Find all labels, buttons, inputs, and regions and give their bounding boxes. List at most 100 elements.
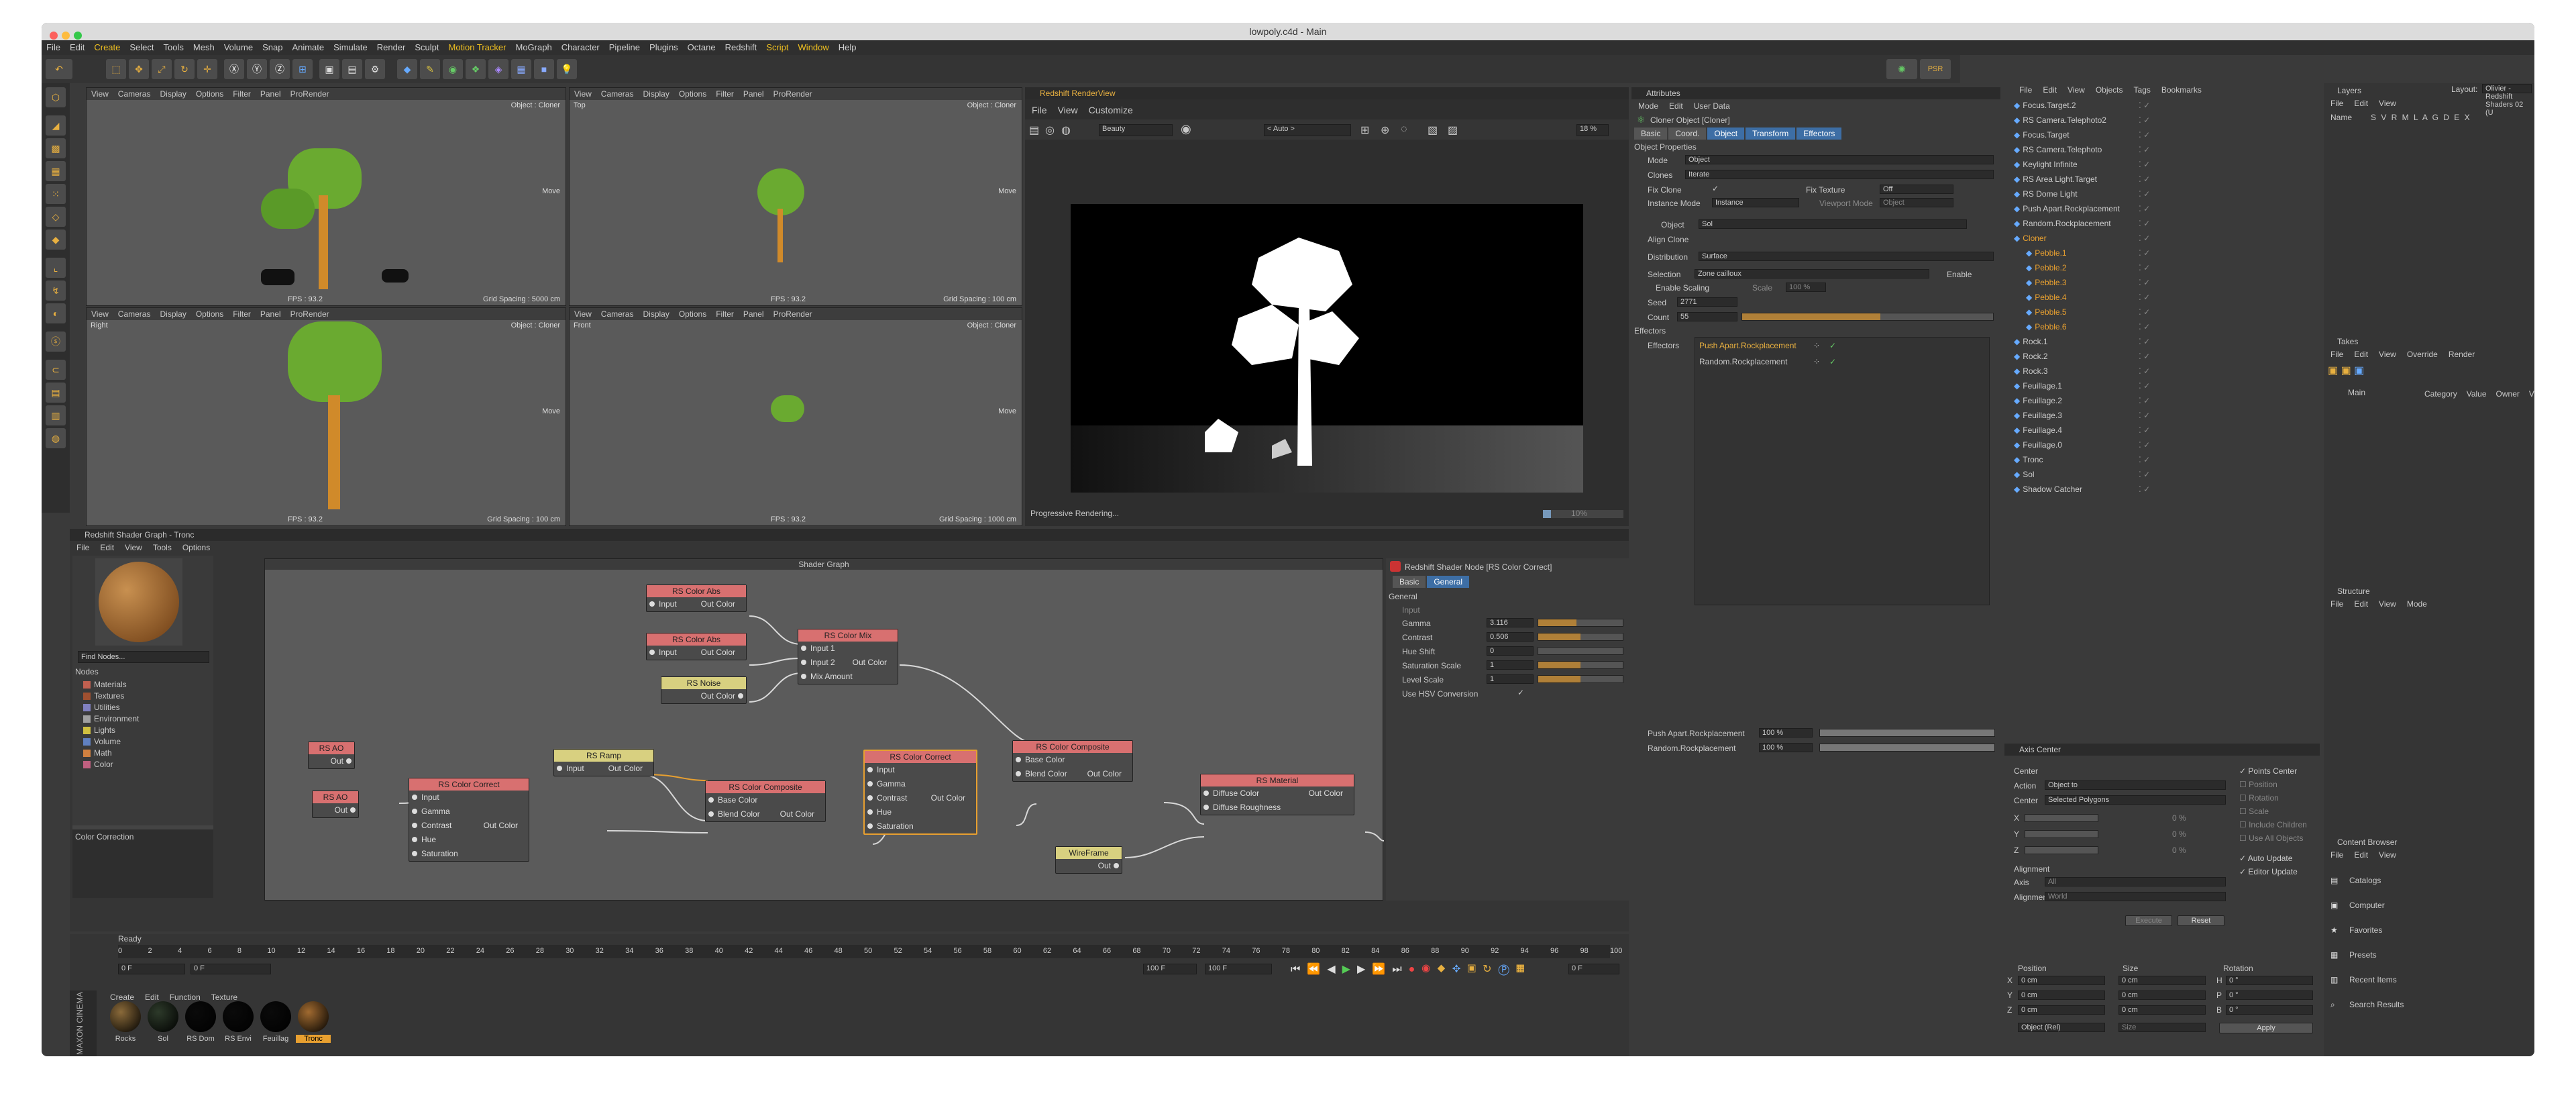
y-slider[interactable] — [2025, 830, 2098, 838]
viewport-mode-select[interactable]: Object — [1880, 198, 1953, 207]
takes-menu-view[interactable]: View — [2379, 350, 2396, 359]
visibility-icon[interactable]: ⁚ ✓ — [2139, 246, 2150, 260]
camera-icon[interactable]: ■ — [534, 59, 554, 79]
menu-create[interactable]: Create — [94, 40, 120, 55]
shader-menu-view[interactable]: View — [125, 543, 142, 552]
visibility-icon[interactable]: ⁚ ✓ — [2139, 142, 2150, 157]
menu-edit[interactable]: Edit — [70, 40, 85, 55]
menu-plugins[interactable]: Plugins — [649, 40, 678, 55]
viewport-menu-display[interactable]: Display — [643, 89, 669, 99]
port-out[interactable]: Out — [309, 754, 354, 768]
aov-select[interactable]: Beauty — [1099, 124, 1173, 136]
workplane-icon[interactable]: ▦ — [46, 161, 66, 181]
material-swatch[interactable] — [298, 1001, 329, 1032]
viewport-menu-prorender[interactable]: ProRender — [290, 89, 329, 99]
menu-script[interactable]: Script — [766, 40, 788, 55]
node-rs-color-correct-1[interactable]: RS Color Correct Input Gamma Contrast Out Co… — [409, 778, 529, 862]
viewport-menu-cameras[interactable]: Cameras — [601, 309, 634, 319]
object-row[interactable]: ◆ Rock.1 ⁚ ✓ — [2004, 334, 2320, 349]
apply-button[interactable]: Apply — [2219, 1023, 2313, 1033]
viewport-menu-prorender[interactable]: ProRender — [773, 309, 812, 319]
renderview-menu-customize[interactable]: Customize — [1089, 105, 1133, 115]
visibility-icon[interactable]: ⁚ ✓ — [2139, 231, 2150, 246]
visibility-icon[interactable]: ⁚ ✓ — [2139, 305, 2150, 319]
viewport-menu-prorender[interactable]: ProRender — [290, 309, 329, 319]
render-settings-icon[interactable]: ⚙ — [365, 59, 385, 79]
strength-slider[interactable] — [1819, 744, 1995, 752]
visibility-icon[interactable]: ⁚ ✓ — [2139, 378, 2150, 393]
objects-menu-view[interactable]: View — [2068, 85, 2085, 95]
material-swatch[interactable] — [148, 1001, 178, 1032]
layers-menu-edit[interactable]: Edit — [2354, 99, 2368, 108]
menu-octane[interactable]: Octane — [688, 40, 716, 55]
menu-mesh[interactable]: Mesh — [193, 40, 215, 55]
strength-field[interactable]: 100 % — [1759, 743, 1813, 752]
clones-select[interactable]: Iterate — [1685, 170, 1994, 179]
visibility-icon[interactable]: ⁚ ✓ — [2139, 438, 2150, 452]
effector-enabled-icon[interactable]: ✓ — [1829, 338, 1836, 354]
takes-menu-file[interactable]: File — [2330, 350, 2343, 359]
attributes-menu-edit[interactable]: Edit — [1669, 101, 1683, 111]
menu-select[interactable]: Select — [129, 40, 154, 55]
tab-general[interactable]: General — [1427, 576, 1470, 588]
object-row[interactable]: ◆ Pebble.2 ⁚ ✓ — [2004, 260, 2320, 275]
menu-sculpt[interactable]: Sculpt — [415, 40, 439, 55]
execute-button[interactable]: Execute — [2125, 915, 2172, 926]
material-name[interactable]: RS Dom — [183, 1035, 218, 1043]
instance-mode-select[interactable]: Instance — [1712, 198, 1799, 207]
strength-slider[interactable] — [1819, 729, 1995, 737]
visibility-icon[interactable]: ⁚ ✓ — [2139, 187, 2150, 201]
object-row[interactable]: ◆ Keylight Infinite ⁚ ✓ — [2004, 157, 2320, 172]
material-swatch[interactable] — [223, 1001, 254, 1032]
attr-tab-effectors[interactable]: Effectors — [1796, 128, 1842, 140]
zoom-field[interactable]: 18 % — [1576, 124, 1609, 136]
grid-icon[interactable]: ▤ — [46, 383, 66, 403]
node-rs-color-abs-1[interactable]: RS Color Abs Input Out Color — [646, 585, 747, 612]
content-menu-view[interactable]: View — [2379, 850, 2396, 860]
content-item-computer[interactable]: ▣ Computer — [2330, 893, 2518, 918]
menu-snap[interactable]: Snap — [262, 40, 282, 55]
menu-simulate[interactable]: Simulate — [333, 40, 368, 55]
new-take-icon[interactable]: ▣ ▣ — [2328, 365, 2354, 376]
visibility-icon[interactable]: ⁚ ✓ — [2139, 275, 2150, 290]
viewport-menu-display[interactable]: Display — [160, 89, 186, 99]
port-input[interactable]: Input Out Color — [647, 597, 746, 611]
render-picture-viewer-icon[interactable]: ▤ — [342, 59, 362, 79]
viewport-menu-filter[interactable]: Filter — [716, 309, 734, 319]
viewport-menu-cameras[interactable]: Cameras — [601, 89, 634, 99]
visibility-icon[interactable]: ⁚ ✓ — [2139, 290, 2150, 305]
category-math[interactable]: Math — [80, 748, 208, 759]
axis-check-auto-update[interactable]: ✓ Auto Update — [2239, 854, 2292, 863]
object-row[interactable]: ◆ Focus.Target ⁚ ✓ — [2004, 128, 2320, 142]
node-rs-noise[interactable]: RS Noise Out Color — [661, 676, 747, 704]
prop-slider[interactable] — [1538, 633, 1623, 641]
solo-icon[interactable]: ◐ — [46, 303, 66, 323]
rotate-tool-icon[interactable]: ↻ — [174, 59, 195, 79]
visibility-icon[interactable]: ⁚ ✓ — [2139, 319, 2150, 334]
deformer-icon[interactable]: ◈ — [488, 59, 508, 79]
visibility-icon[interactable]: ⁚ ✓ — [2139, 364, 2150, 378]
camera-select[interactable]: < Auto > — [1264, 124, 1351, 136]
visibility-icon[interactable]: ⁚ ✓ — [2139, 157, 2150, 172]
visibility-icon[interactable]: ⁚ ✓ — [2139, 128, 2150, 142]
shader-menu-tools[interactable]: Tools — [153, 543, 172, 552]
count-field[interactable]: 55 — [1677, 312, 1737, 321]
visibility-icon[interactable]: ⁚ ✓ — [2139, 408, 2150, 423]
size-mode-select[interactable]: Size — [2118, 1023, 2206, 1032]
x-axis-icon[interactable]: Ⓧ — [224, 59, 244, 79]
category-utilities[interactable]: Utilities — [80, 702, 208, 713]
end-frame-field[interactable]: 100 F — [1143, 964, 1197, 974]
takes-menu-edit[interactable]: Edit — [2354, 350, 2368, 359]
viewport-menu-cameras[interactable]: Cameras — [118, 89, 151, 99]
port-input[interactable]: Input Out Color — [554, 762, 653, 776]
sculpt-icon[interactable]: ◍ — [46, 428, 66, 448]
preview-max-field[interactable]: 100 F — [1205, 964, 1272, 974]
tweak-icon[interactable]: ↯ — [46, 281, 66, 301]
coordinate-mode-select[interactable]: Object (Rel) — [2018, 1023, 2105, 1032]
light-icon[interactable]: 💡 — [557, 59, 577, 79]
effectors-list[interactable]: Push Apart.Rockplacement ⁘ ✓ Random.Rockpla… — [1695, 337, 1990, 605]
node-rs-color-mix[interactable]: RS Color Mix Input 1 Input 2 Out Color Mix A… — [798, 629, 898, 684]
move-tool-icon[interactable]: ✥ — [129, 59, 149, 79]
object-row[interactable]: ◆ RS Camera.Telephoto2 ⁚ ✓ — [2004, 113, 2320, 128]
content-item-catalogs[interactable]: ▤ Catalogs — [2330, 868, 2518, 893]
